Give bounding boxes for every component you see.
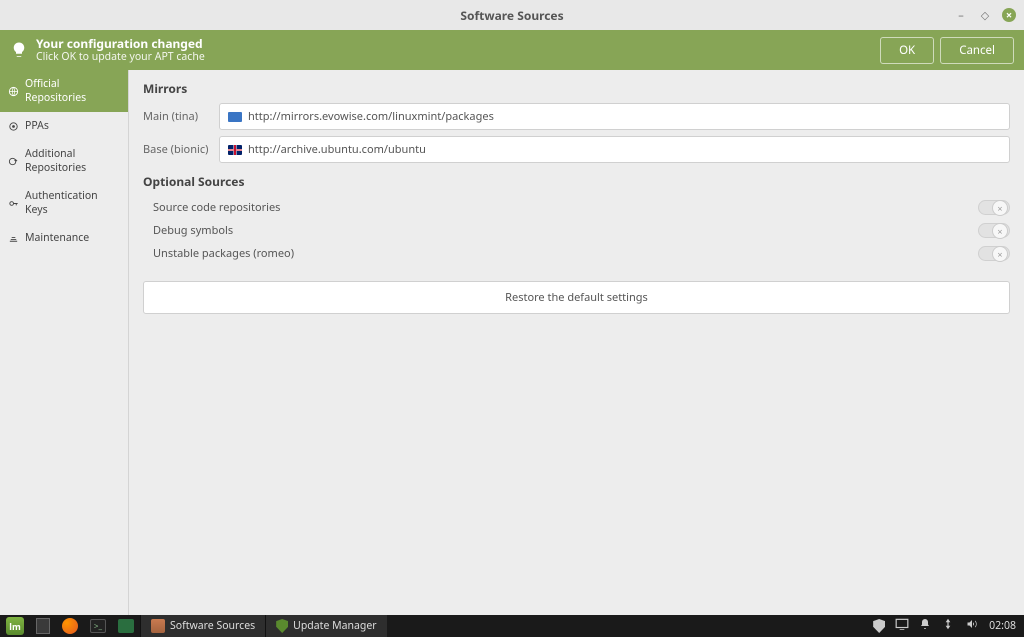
base-mirror-field[interactable]: http://archive.ubuntu.com/ubuntu xyxy=(219,136,1010,163)
update-manager-icon xyxy=(276,619,288,633)
sidebar-item-label: Authentication Keys xyxy=(25,189,120,217)
mirror-row-main: Main (tina) http://mirrors.evowise.com/l… xyxy=(143,103,1010,130)
files-launcher[interactable] xyxy=(112,615,140,637)
sidebar-item-ppas[interactable]: PPAs xyxy=(0,112,128,140)
sidebar-item-maintenance[interactable]: Maintenance xyxy=(0,224,128,252)
network-icon[interactable] xyxy=(941,617,955,635)
unstable-toggle[interactable] xyxy=(978,246,1010,261)
flag-uk-icon xyxy=(228,145,242,155)
flag-icon xyxy=(228,112,242,122)
source-code-toggle[interactable] xyxy=(978,200,1010,215)
cancel-button[interactable]: Cancel xyxy=(940,37,1014,64)
maximize-icon[interactable]: ◇ xyxy=(978,8,992,22)
option-row-debug: Debug symbols xyxy=(143,219,1010,242)
window-controls: – ◇ × xyxy=(954,8,1016,22)
base-mirror-label: Base (bionic) xyxy=(143,142,219,157)
optional-sources-heading: Optional Sources xyxy=(143,173,1010,190)
taskbar-task-software-sources[interactable]: Software Sources xyxy=(140,615,265,637)
folder-icon xyxy=(118,619,134,633)
restore-defaults-button[interactable]: Restore the default settings xyxy=(143,281,1010,314)
lightbulb-icon xyxy=(10,41,28,59)
unstable-label: Unstable packages (romeo) xyxy=(153,246,978,261)
base-mirror-url: http://archive.ubuntu.com/ubuntu xyxy=(248,142,426,157)
task-label: Update Manager xyxy=(293,619,376,633)
notification-bell-icon[interactable] xyxy=(919,617,931,635)
titlebar: Software Sources – ◇ × xyxy=(0,0,1024,30)
banner-message: Your configuration changed Click OK to u… xyxy=(36,37,874,64)
banner-title: Your configuration changed xyxy=(36,37,874,51)
sidebar-item-additional-repos[interactable]: Additional Repositories xyxy=(0,140,128,182)
sidebar-item-label: Maintenance xyxy=(25,231,89,245)
screen-icon[interactable] xyxy=(895,618,909,634)
taskbar: lm >_ Software Sources Update Manager 02… xyxy=(0,615,1024,637)
sidebar-item-auth-keys[interactable]: Authentication Keys xyxy=(0,182,128,224)
main-mirror-url: http://mirrors.evowise.com/linuxmint/pac… xyxy=(248,109,494,124)
plus-globe-icon xyxy=(8,156,19,167)
shield-icon[interactable] xyxy=(873,619,885,633)
key-icon xyxy=(8,198,19,209)
mirrors-heading: Mirrors xyxy=(143,80,1010,97)
maintenance-icon xyxy=(8,233,19,244)
terminal-icon: >_ xyxy=(90,619,106,633)
sidebar-item-official-repos[interactable]: Official Repositories xyxy=(0,70,128,112)
main-mirror-field[interactable]: http://mirrors.evowise.com/linuxmint/pac… xyxy=(219,103,1010,130)
mint-logo-icon: lm xyxy=(6,617,24,635)
desktop-icon xyxy=(36,618,50,634)
config-changed-banner: Your configuration changed Click OK to u… xyxy=(0,30,1024,70)
software-sources-icon xyxy=(151,619,165,633)
banner-subtitle: Click OK to update your APT cache xyxy=(36,51,874,64)
main-mirror-label: Main (tina) xyxy=(143,109,219,124)
volume-icon[interactable] xyxy=(965,618,979,634)
option-row-source-code: Source code repositories xyxy=(143,196,1010,219)
minimize-icon[interactable]: – xyxy=(954,8,968,22)
firefox-launcher[interactable] xyxy=(56,615,84,637)
sidebar-item-label: Additional Repositories xyxy=(25,147,120,175)
main-split: Official Repositories PPAs Additional Re… xyxy=(0,70,1024,615)
task-label: Software Sources xyxy=(170,619,255,633)
sidebar-item-label: PPAs xyxy=(25,119,49,133)
terminal-launcher[interactable]: >_ xyxy=(84,615,112,637)
clock[interactable]: 02:08 xyxy=(989,619,1016,633)
system-tray: 02:08 xyxy=(865,617,1024,635)
firefox-icon xyxy=(62,618,78,634)
mirror-row-base: Base (bionic) http://archive.ubuntu.com/… xyxy=(143,136,1010,163)
ppa-icon xyxy=(8,121,19,132)
debug-toggle[interactable] xyxy=(978,223,1010,238)
sidebar-item-label: Official Repositories xyxy=(25,77,120,105)
option-row-unstable: Unstable packages (romeo) xyxy=(143,242,1010,265)
content-area: Mirrors Main (tina) http://mirrors.evowi… xyxy=(129,70,1024,615)
sidebar: Official Repositories PPAs Additional Re… xyxy=(0,70,129,615)
menu-button[interactable]: lm xyxy=(0,615,30,637)
source-code-label: Source code repositories xyxy=(153,200,978,215)
debug-label: Debug symbols xyxy=(153,223,978,238)
window-title: Software Sources xyxy=(460,7,563,24)
ok-button[interactable]: OK xyxy=(880,37,934,64)
globe-icon xyxy=(8,86,19,97)
taskbar-task-update-manager[interactable]: Update Manager xyxy=(265,615,386,637)
close-icon[interactable]: × xyxy=(1002,8,1016,22)
show-desktop-button[interactable] xyxy=(30,615,56,637)
